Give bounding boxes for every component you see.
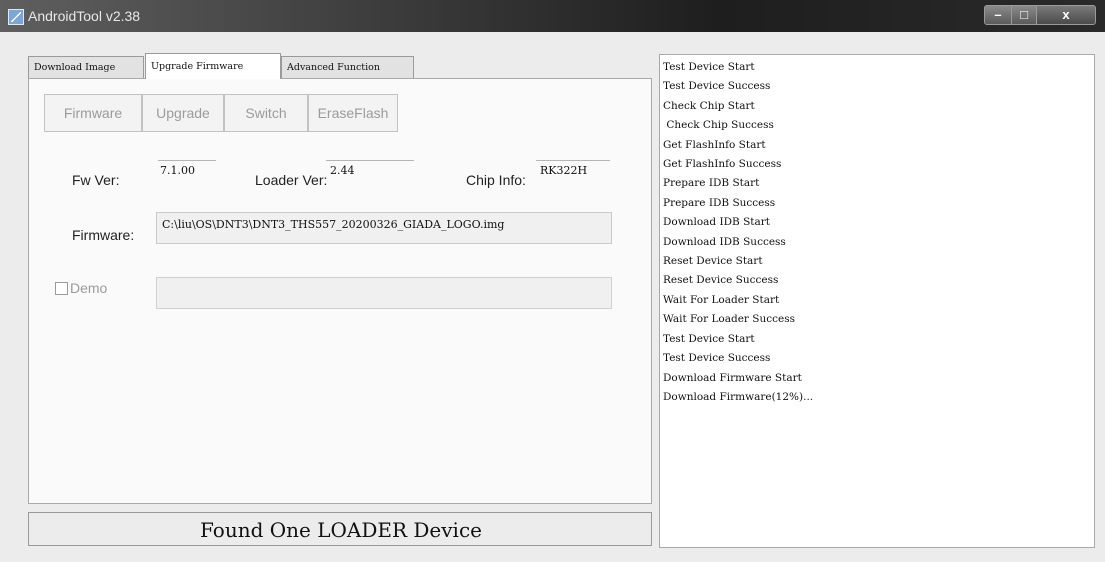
firmware-path-label: Firmware: bbox=[72, 227, 135, 243]
fw-ver-label: Fw Ver: bbox=[72, 172, 120, 188]
log-line: Check Chip Success bbox=[663, 119, 774, 132]
maximize-button[interactable]: □ bbox=[1011, 5, 1037, 25]
log-line: Download IDB Success bbox=[663, 235, 786, 248]
firmware-button[interactable]: Firmware bbox=[44, 94, 142, 132]
log-line: Test Device Success bbox=[663, 80, 771, 93]
demo-input[interactable] bbox=[156, 277, 612, 309]
title-bar[interactable]: AndroidTool v2.38 – □ x bbox=[0, 0, 1105, 32]
window-title: AndroidTool v2.38 bbox=[28, 8, 141, 24]
log-line: Wait For Loader Success bbox=[663, 313, 795, 326]
loader-ver-label: Loader Ver: bbox=[255, 172, 328, 188]
firmware-path-value: C:\liu\OS\DNT3\DNT3_THS557_20200326_GIAD… bbox=[162, 218, 505, 231]
log-line: Prepare IDB Start bbox=[663, 177, 760, 190]
loader-ver-value: 2.44 bbox=[330, 164, 355, 177]
demo-checkbox[interactable] bbox=[55, 282, 68, 295]
chip-info-label: Chip Info: bbox=[466, 172, 526, 188]
log-line: Test Device Start bbox=[663, 61, 755, 73]
erase-flash-button[interactable]: EraseFlash bbox=[308, 94, 398, 132]
log-line: Download IDB Start bbox=[663, 216, 771, 229]
log-line: Prepare IDB Success bbox=[663, 196, 776, 209]
upgrade-button[interactable]: Upgrade bbox=[142, 94, 224, 132]
log-line: Test Device Start bbox=[663, 332, 755, 345]
switch-button[interactable]: Switch bbox=[224, 94, 308, 132]
log-line: Check Chip Start bbox=[663, 99, 755, 112]
log-line: Download Firmware(12%)... bbox=[663, 390, 814, 403]
log-line: Wait For Loader Start bbox=[663, 293, 780, 306]
demo-label: Demo bbox=[70, 280, 108, 296]
tab-upgrade-firmware[interactable]: Upgrade Firmware bbox=[145, 53, 281, 79]
log-line: Get FlashInfo Start bbox=[663, 138, 766, 151]
tab-download-image[interactable]: Download Image bbox=[28, 56, 144, 78]
app-window: AndroidTool v2.38 – □ x Download Image U… bbox=[0, 0, 1105, 562]
status-text: Found One LOADER Device bbox=[200, 518, 482, 542]
status-bar: Found One LOADER Device bbox=[28, 512, 652, 546]
log-line: Get FlashInfo Success bbox=[663, 158, 782, 171]
log-output[interactable]: Test Device Start Test Device Success Ch… bbox=[659, 54, 1095, 548]
log-line: Reset Device Start bbox=[663, 255, 763, 268]
log-line: Download Firmware Start bbox=[663, 371, 802, 384]
log-line: Reset Device Success bbox=[663, 274, 779, 287]
chip-info-value: RK322H bbox=[540, 164, 588, 177]
tab-advanced-function[interactable]: Advanced Function bbox=[281, 56, 414, 78]
close-button[interactable]: x bbox=[1036, 5, 1096, 25]
fw-ver-value: 7.1.00 bbox=[160, 164, 195, 177]
log-line: Test Device Success bbox=[663, 352, 771, 365]
minimize-button[interactable]: – bbox=[984, 5, 1012, 25]
app-icon bbox=[8, 9, 24, 25]
